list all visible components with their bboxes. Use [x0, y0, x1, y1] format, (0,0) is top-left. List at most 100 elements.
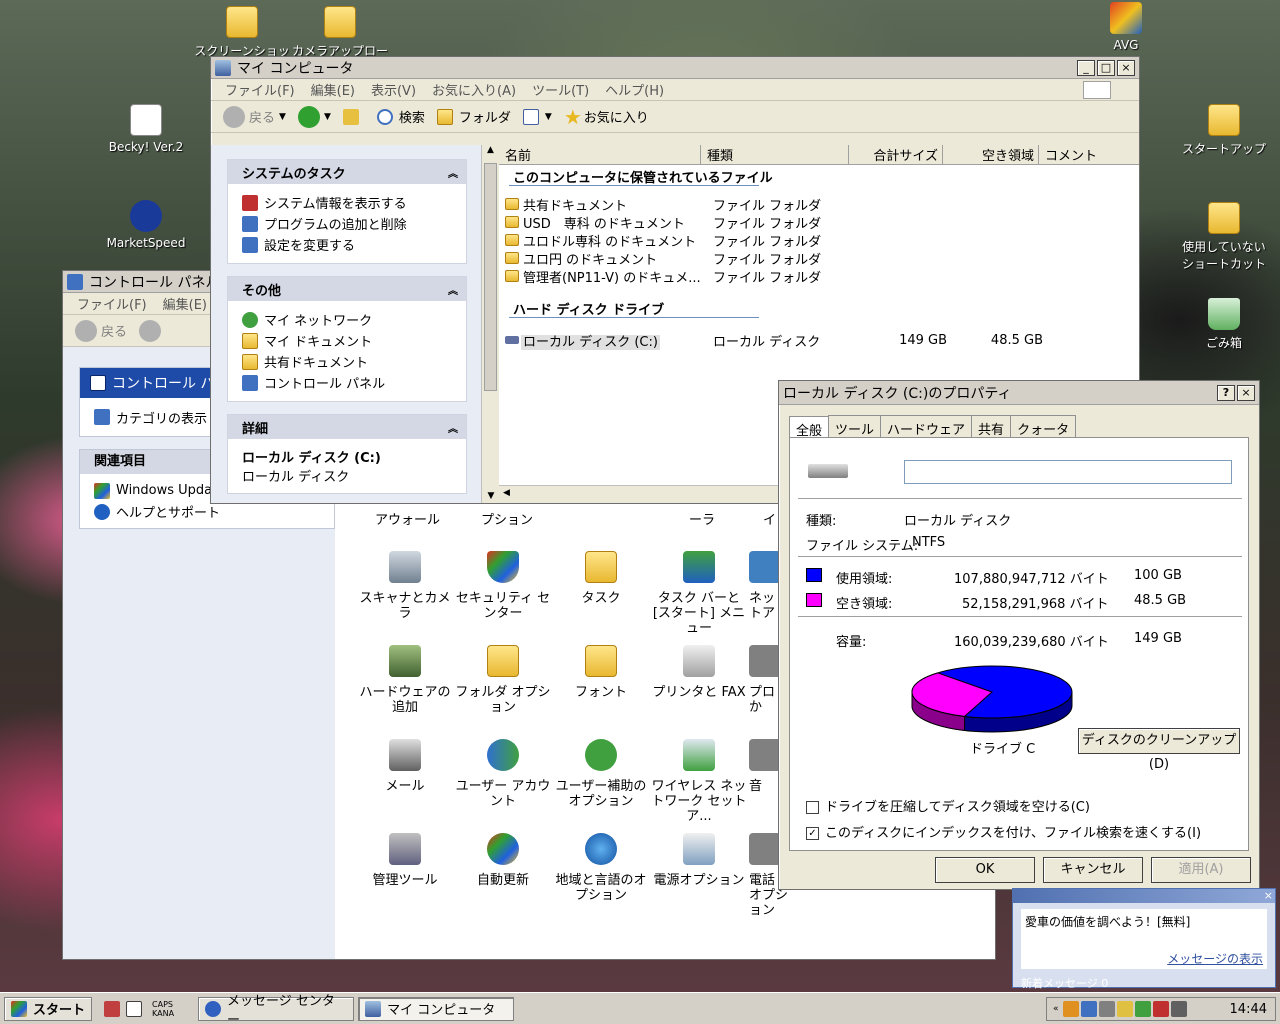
cp-fonts[interactable]: フォント — [553, 645, 649, 700]
index-checkbox[interactable]: ✓ — [806, 827, 819, 840]
drive-row-c[interactable]: ローカル ディスク (C:) ローカル ディスク 149 GB 48.5 GB — [505, 331, 1065, 350]
cp-power-options[interactable]: 電源オプション — [651, 833, 747, 888]
maximize-button[interactable]: □ — [1097, 59, 1115, 76]
cp-tasks[interactable]: タスク — [553, 551, 649, 606]
my-computer-titlebar[interactable]: マイ コンピュータ _ □ × — [211, 57, 1139, 79]
cp-user-accounts[interactable]: ユーザー アカウント — [455, 739, 551, 809]
menu-favorites[interactable]: お気に入り(A) — [432, 80, 516, 99]
column-comment[interactable]: コメント — [1039, 145, 1139, 164]
menu-help[interactable]: ヘルプ(H) — [605, 80, 664, 99]
compress-checkbox-row[interactable]: ドライブを圧縮してディスク領域を空ける(C) — [806, 796, 1090, 815]
popup-view-link[interactable]: メッセージの表示 — [1167, 950, 1263, 967]
column-type[interactable]: 種類 — [701, 145, 849, 164]
link-shared-documents[interactable]: 共有ドキュメント — [242, 351, 452, 372]
desktop-icon-camera-upload[interactable]: カメラアップロー — [292, 6, 388, 59]
file-row[interactable]: USD 専科 のドキュメント ファイル フォルダ — [505, 213, 821, 232]
file-row[interactable]: ユロ円 のドキュメント ファイル フォルダ — [505, 249, 821, 268]
column-name[interactable]: 名前 — [499, 145, 701, 164]
desktop-icon-becky[interactable]: Becky! Ver.2 — [98, 104, 194, 154]
apply-button[interactable]: 適用(A) — [1151, 857, 1251, 883]
desktop-icon-unused-shortcuts[interactable]: 使用していない ショートカット — [1176, 202, 1272, 272]
forward-arrow-icon[interactable] — [139, 319, 162, 342]
drive-name-input[interactable] — [904, 460, 1232, 484]
scroll-down-icon[interactable]: ▼ — [482, 491, 500, 501]
task-change-settings[interactable]: 設定を変更する — [242, 234, 452, 255]
cancel-button[interactable]: キャンセル — [1043, 857, 1143, 883]
tray-icon[interactable] — [1080, 1001, 1097, 1017]
compress-checkbox[interactable] — [806, 801, 819, 814]
favorites-button[interactable]: ★ お気に入り — [564, 105, 649, 129]
menu-tools[interactable]: ツール(T) — [532, 80, 589, 99]
cp-mail[interactable]: メール — [357, 739, 453, 794]
task-pane-scrollbar[interactable]: ▲ ▼ — [481, 145, 499, 503]
link-my-documents[interactable]: マイ ドキュメント — [242, 330, 452, 351]
task-my-computer[interactable]: マイ コンピュータ — [358, 996, 515, 1021]
scroll-thumb[interactable] — [484, 163, 497, 391]
cp-security-center[interactable]: セキュリティ センター — [455, 551, 551, 621]
ok-button[interactable]: OK — [935, 857, 1035, 883]
cp-taskbar-start[interactable]: タスク バーと [スタート] メニュー — [651, 551, 747, 636]
column-free[interactable]: 空き領域 — [943, 145, 1039, 164]
tray-icon[interactable] — [1134, 1001, 1151, 1017]
close-button[interactable]: × — [1117, 59, 1135, 76]
desktop-icon-startup[interactable]: スタートアップ — [1176, 104, 1272, 157]
popup-message[interactable]: 愛車の価値を調べよう！[無料] — [1025, 913, 1263, 930]
file-row[interactable]: 共有ドキュメント ファイル フォルダ — [505, 195, 821, 214]
help-icon[interactable] — [126, 1000, 143, 1017]
tab-general[interactable]: 全般 — [789, 416, 830, 439]
search-button[interactable]: 検索 — [376, 107, 425, 126]
menu-edit[interactable]: 編集(E) — [311, 80, 355, 99]
index-checkbox-row[interactable]: ✓ このディスクにインデックスを付け、ファイル検索を速くする(I) — [806, 822, 1201, 841]
task-system-info[interactable]: システム情報を表示する — [242, 192, 452, 213]
desktop-icon-avg[interactable]: AVG — [1078, 2, 1174, 52]
scroll-left-icon[interactable]: ◀ — [503, 488, 510, 498]
scroll-up-icon[interactable]: ▲ — [482, 145, 499, 161]
tray-icon[interactable] — [1116, 1001, 1133, 1017]
tray-icon[interactable] — [1152, 1001, 1169, 1017]
cp-printers-fax[interactable]: プリンタと FAX — [651, 645, 747, 700]
tab-sharing[interactable]: 共有 — [971, 415, 1012, 438]
tab-hardware[interactable]: ハードウェア — [880, 415, 973, 438]
link-control-panel[interactable]: コントロール パネル — [242, 372, 452, 393]
menu-view[interactable]: 表示(V) — [371, 80, 416, 99]
minimize-button[interactable]: _ — [1077, 59, 1095, 76]
disk-cleanup-button[interactable]: ディスクのクリーンアップ(D) — [1078, 728, 1240, 772]
tray-icon[interactable] — [1170, 1001, 1187, 1017]
quick-launch-icon[interactable] — [104, 1000, 121, 1017]
close-button[interactable]: × — [1237, 384, 1255, 401]
close-icon[interactable]: × — [1264, 889, 1273, 902]
views-button[interactable]: ▼ — [522, 108, 552, 125]
tray-icon[interactable] — [1062, 1001, 1079, 1017]
file-row[interactable]: 管理者(NP11-V) のドキュメ... ファイル フォルダ — [505, 267, 821, 286]
back-button[interactable]: 戻る ▼ — [223, 105, 286, 128]
ime-status[interactable]: CAPS KANA — [152, 1000, 174, 1018]
cp-auto-update[interactable]: 自動更新 — [455, 833, 551, 888]
tray-expand-icon[interactable]: « — [1053, 1004, 1059, 1014]
tray-icon[interactable] — [1098, 1001, 1115, 1017]
start-button[interactable]: スタート — [4, 996, 93, 1021]
up-folder-button[interactable] — [342, 108, 365, 125]
cp-accessibility[interactable]: ユーザー補助のオプション — [553, 739, 649, 809]
cp-admin-tools[interactable]: 管理ツール — [357, 833, 453, 888]
cp-wireless-setup[interactable]: ワイヤレス ネットワーク セットア... — [651, 739, 747, 824]
forward-button[interactable]: ▼ — [297, 105, 331, 128]
tab-tools[interactable]: ツール — [828, 415, 882, 438]
cp-region-language[interactable]: 地域と言語のオプション — [553, 833, 649, 903]
cp-scanners-cameras[interactable]: スキャナとカメラ — [357, 551, 453, 621]
details-header[interactable]: 詳細 ︽ — [228, 415, 466, 439]
desktop-icon-marketspeed[interactable]: MarketSpeed — [98, 200, 194, 250]
file-row[interactable]: ユロドル専科 のドキュメント ファイル フォルダ — [505, 231, 821, 250]
desktop-icon-recycle-bin[interactable]: ごみ箱 — [1176, 298, 1272, 351]
column-total[interactable]: 合計サイズ — [849, 145, 943, 164]
help-button[interactable]: ? — [1217, 384, 1235, 401]
menu-file[interactable]: ファイル(F) — [225, 80, 295, 99]
back-button[interactable]: 戻る — [75, 319, 127, 342]
link-my-network[interactable]: マイ ネットワーク — [242, 309, 452, 330]
menu-file[interactable]: ファイル(F) — [77, 294, 147, 313]
tab-quota[interactable]: クォータ — [1010, 415, 1077, 438]
system-tasks-header[interactable]: システムのタスク ︽ — [228, 160, 466, 184]
folders-button[interactable]: フォルダ — [436, 107, 511, 126]
menu-edit[interactable]: 編集(E) — [163, 294, 207, 313]
task-add-remove-programs[interactable]: プログラムの追加と削除 — [242, 213, 452, 234]
task-message-center[interactable]: メッセージ センター — [198, 994, 355, 1024]
